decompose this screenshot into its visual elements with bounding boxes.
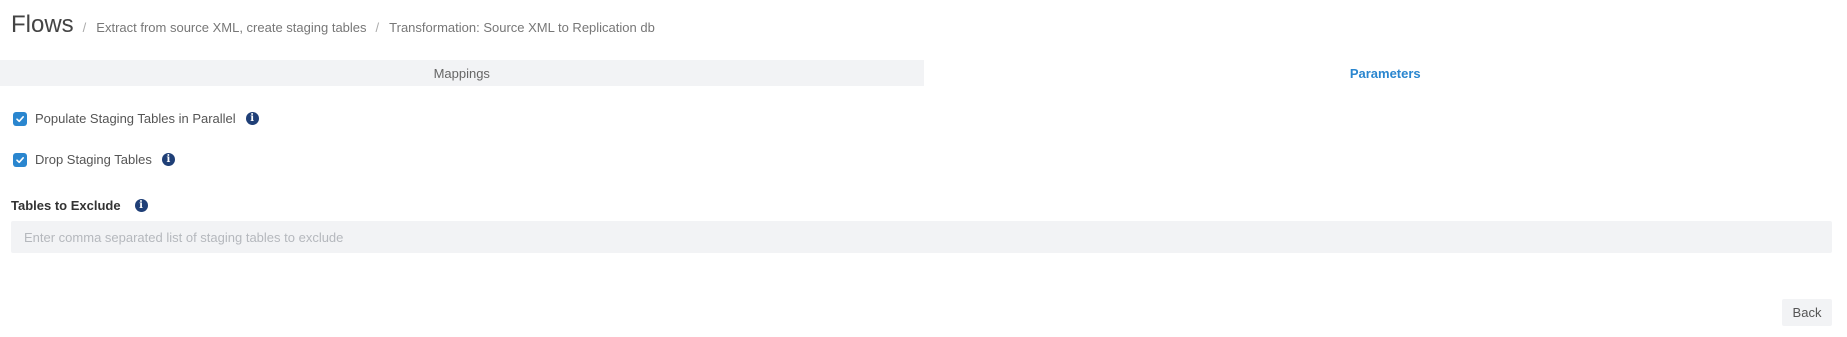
breadcrumb-transformation: Transformation: Source XML to Replicatio…	[389, 20, 655, 35]
info-icon[interactable]: i	[134, 199, 148, 212]
populate-parallel-label: Populate Staging Tables in Parallel	[35, 111, 236, 126]
tab-mappings[interactable]: Mappings	[0, 60, 924, 86]
populate-parallel-row: Populate Staging Tables in Parallel i	[13, 111, 259, 126]
page-title: Flows	[11, 11, 74, 38]
tables-to-exclude-label-row: Tables to Exclude i	[11, 198, 148, 213]
checkmark-icon	[16, 156, 24, 163]
info-icon[interactable]: i	[245, 112, 259, 125]
header: Flows / Extract from source XML, create …	[11, 11, 655, 39]
breadcrumb-separator: /	[82, 20, 87, 35]
back-button[interactable]: Back	[1782, 299, 1832, 326]
breadcrumb-flow[interactable]: Extract from source XML, create staging …	[96, 20, 366, 35]
drop-staging-row: Drop Staging Tables i	[13, 152, 175, 167]
info-icon[interactable]: i	[161, 153, 175, 166]
populate-parallel-checkbox[interactable]	[13, 111, 27, 126]
drop-staging-label: Drop Staging Tables	[35, 152, 152, 167]
tab-parameters[interactable]: Parameters	[923, 60, 1847, 86]
tables-to-exclude-label: Tables to Exclude	[11, 198, 121, 213]
tables-to-exclude-input[interactable]	[11, 221, 1832, 253]
checkmark-icon	[16, 115, 24, 122]
tab-bar: Mappings Parameters	[0, 60, 1847, 86]
drop-staging-checkbox[interactable]	[13, 152, 27, 167]
breadcrumb-separator: /	[375, 20, 380, 35]
